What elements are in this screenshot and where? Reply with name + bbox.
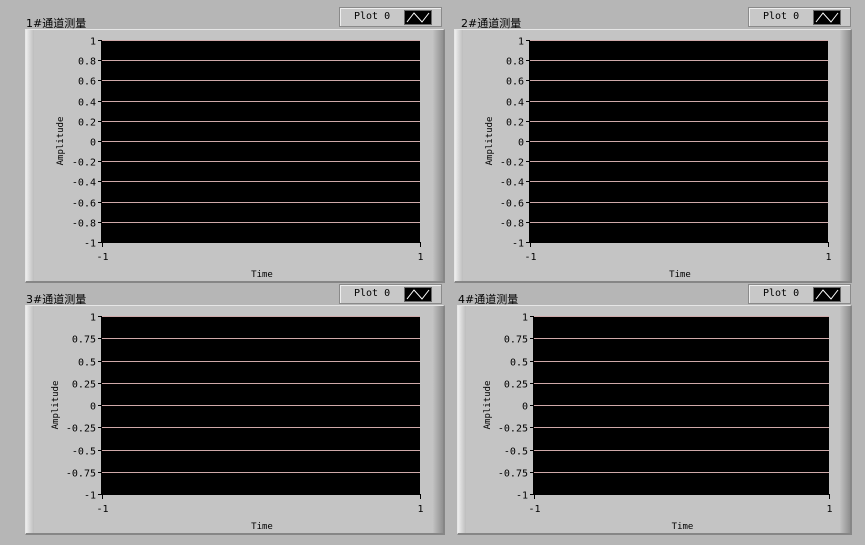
y-tick-label: -1 <box>516 491 528 502</box>
y-tick-label: -0.5 <box>504 447 528 458</box>
x-tick-label: 1 <box>826 504 832 515</box>
y-tick-label: 0 <box>522 402 528 413</box>
y-tick-label: 0.5 <box>510 358 528 369</box>
y-axis-title: Amplitude <box>483 381 493 430</box>
y-tick-label: 0.75 <box>504 335 528 346</box>
waveform-graph-4: 4#通道测量 Plot 0 1 0.75 0.5 0.25 0 -0.25 -0.5 -0.7… <box>0 0 865 545</box>
y-tick-label: -0.25 <box>498 424 528 435</box>
y-tick-label: -0.75 <box>498 469 528 480</box>
x-axis-title: Time <box>672 522 694 532</box>
y-tick-label: 0.25 <box>504 380 528 391</box>
y-tick-label: 1 <box>522 313 528 324</box>
chart-svg: 1 0.75 0.5 0.25 0 -0.25 -0.5 -0.75 -1-1 1 Time Ampl… <box>483 313 833 533</box>
x-tick-label: -1 <box>528 504 540 515</box>
